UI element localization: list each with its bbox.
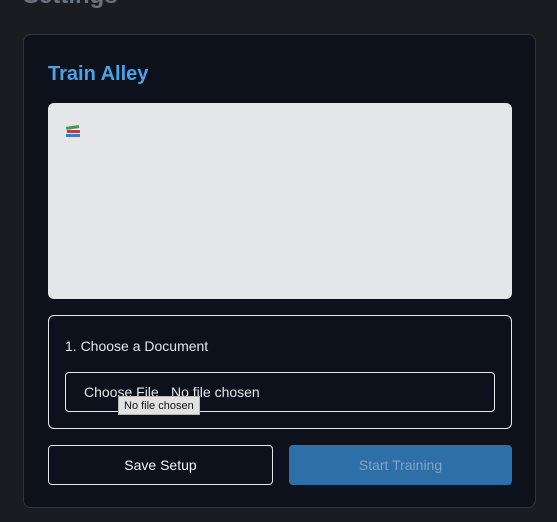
start-training-button[interactable]: Start Training [289,445,512,485]
train-alley-card: Train Alley 1. Choose a Document Choose … [23,34,536,508]
card-title: Train Alley [48,63,149,85]
file-input-tooltip: No file chosen [118,396,200,415]
page-heading: Settings [23,0,118,8]
document-preview [48,103,512,299]
save-setup-button[interactable]: Save Setup [48,445,273,485]
books-icon [65,124,80,137]
step-label: 1. Choose a Document [65,338,209,354]
settings-page: Settings Train Alley 1. Choose a Documen… [0,0,557,522]
